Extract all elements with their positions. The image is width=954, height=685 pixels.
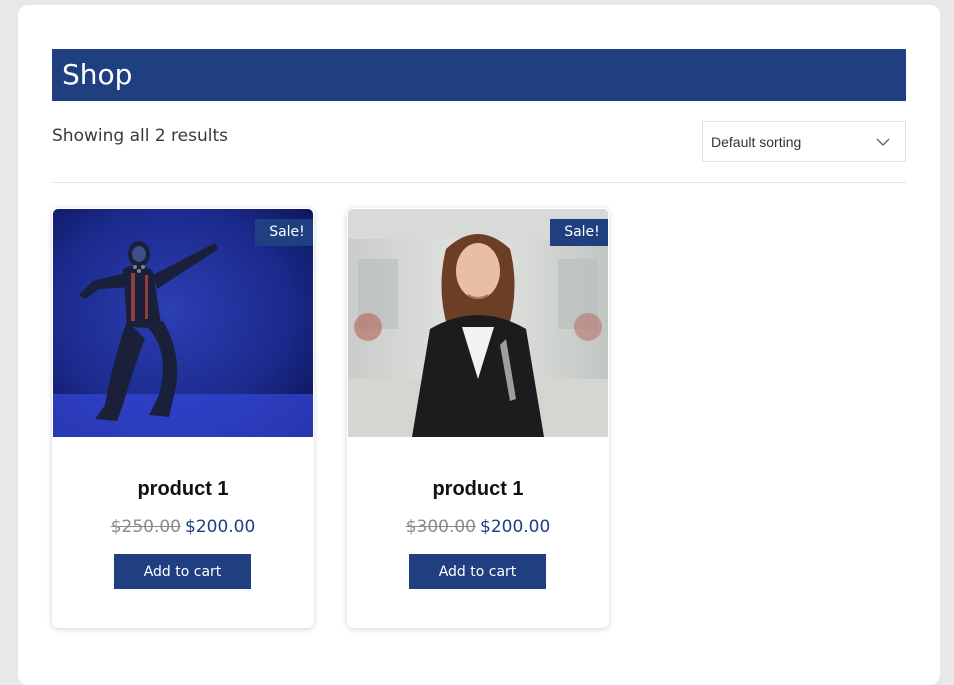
product-title[interactable]: product 1 [52,476,314,502]
sort-selected-value: Default sorting [711,134,802,150]
chevron-down-icon [876,138,890,146]
page-container: Shop Showing all 2 results Default sorti… [18,5,940,685]
add-to-cart-button[interactable]: Add to cart [409,554,546,589]
price-sale: $200.00 [480,517,551,537]
shop-header-bar: Shop [52,49,906,101]
price-original: $250.00 [110,517,181,537]
product-price: $300.00 $200.00 [347,515,609,539]
divider [52,182,906,183]
price-original: $300.00 [405,517,476,537]
product-image[interactable]: Sale! [348,209,608,437]
page-title: Shop [62,58,133,91]
sale-badge: Sale! [255,219,313,246]
product-card: Sale! product 1 $250.00 $200.00 Add to ca… [52,208,314,628]
product-image[interactable]: Sale! [53,209,313,437]
product-title[interactable]: product 1 [347,476,609,502]
price-sale: $200.00 [185,517,256,537]
product-card: Sale! product 1 $300.00 $200.00 Add to ca… [347,208,609,628]
add-to-cart-button[interactable]: Add to cart [114,554,251,589]
sort-select[interactable]: Default sorting [702,121,906,162]
result-count: Showing all 2 results [52,126,229,146]
product-price: $250.00 $200.00 [52,515,314,539]
sale-badge: Sale! [550,219,608,246]
